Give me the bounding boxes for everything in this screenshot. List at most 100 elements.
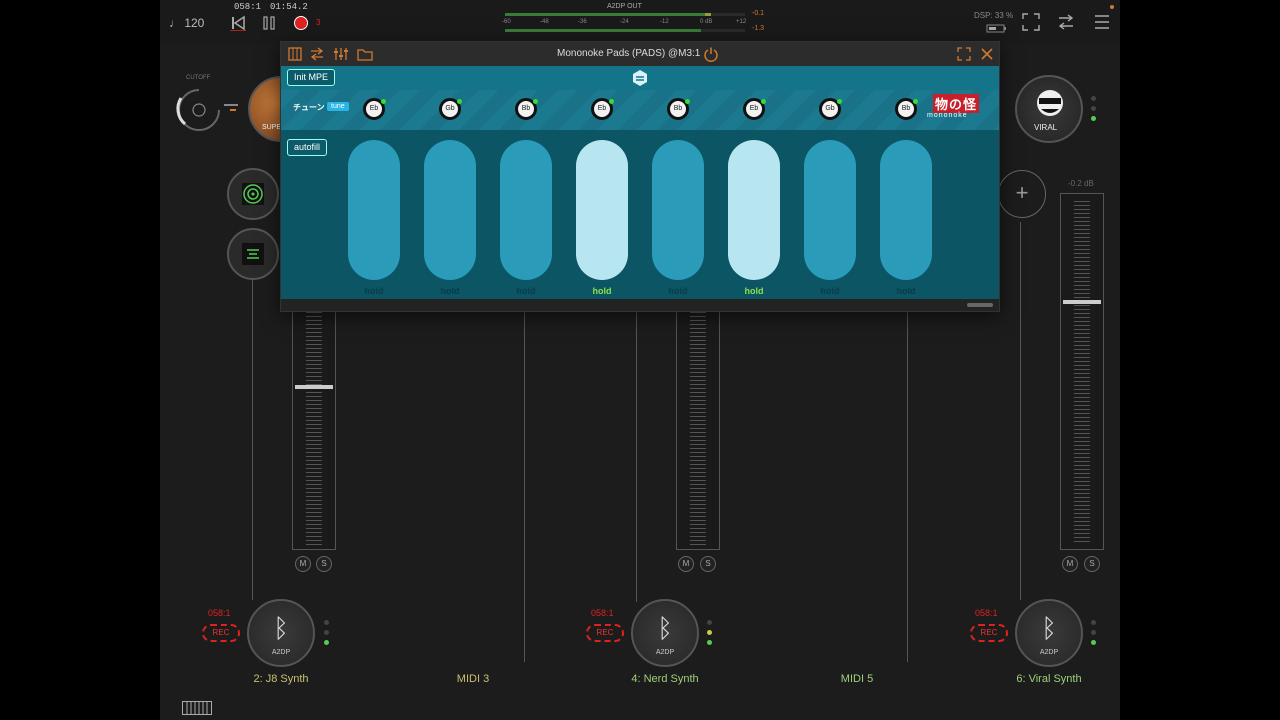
tune-knob-2[interactable]: Gb [439, 98, 462, 120]
solo-button-track-6[interactable]: S [1084, 556, 1100, 572]
rec-time: 058:1 [591, 608, 614, 618]
hold-toggle-5[interactable]: hold [652, 286, 704, 296]
bluetooth-icon: ᛒ [657, 613, 673, 643]
track-name[interactable]: MIDI 5 [797, 673, 917, 685]
routing-icon[interactable] [309, 47, 325, 61]
output-label: A2DP [655, 649, 675, 656]
track-name[interactable]: 2: J8 Synth [221, 673, 341, 685]
output-bt-track-6[interactable]: ᛒ A2DP [1015, 599, 1083, 667]
hold-toggle-1[interactable]: hold [348, 286, 400, 296]
fullscreen-icon[interactable] [957, 47, 971, 61]
close-icon[interactable] [980, 47, 994, 61]
keyboard-icon[interactable] [182, 701, 212, 715]
solo-button-track-2[interactable]: S [316, 556, 332, 572]
tune-knob-8[interactable]: Bb [895, 98, 918, 120]
routing-icon[interactable] [1056, 13, 1076, 31]
hold-toggle-7[interactable]: hold [804, 286, 856, 296]
knob-note: Bb [901, 105, 911, 112]
transport-bar: ♩ 120 058:1 01:54.2 3 A2DP OUT -60 -48 -… [160, 0, 1120, 44]
track-name[interactable]: MIDI 3 [413, 673, 533, 685]
synth-avatar-label: VIRAL [1034, 123, 1058, 132]
mononoke-logo-en: mononoke [927, 112, 968, 119]
fullscreen-icon[interactable] [1022, 13, 1040, 31]
solo-button-track-4[interactable]: S [700, 556, 716, 572]
cutoff-knob[interactable] [175, 86, 223, 134]
output-bt-track-2[interactable]: ᛒ A2DP [247, 599, 315, 667]
fader-track-6[interactable] [1060, 193, 1104, 550]
rec-time: 058:1 [975, 608, 998, 618]
output-meter-left [505, 13, 745, 16]
mute-button-track-4[interactable]: M [678, 556, 694, 572]
knob-note: Bb [673, 105, 683, 112]
mute-button-track-6[interactable]: M [1062, 556, 1078, 572]
skip-back-icon[interactable] [230, 15, 246, 31]
dsp-load: DSP: 33 % [974, 11, 1014, 20]
add-slot-button[interactable]: + [998, 170, 1046, 218]
fx-wave-icon [242, 243, 264, 265]
meter-tick: -24 [620, 19, 629, 25]
track-name[interactable]: 6: Viral Synth [989, 673, 1109, 685]
meter-tick: +12 [736, 19, 747, 25]
mute-button-track-2[interactable]: M [295, 556, 311, 572]
menu-icon[interactable] [1094, 13, 1110, 31]
fader-handle[interactable] [295, 385, 333, 389]
fader-track-4[interactable] [676, 300, 720, 550]
tune-knob-7[interactable]: Gb [819, 98, 842, 120]
pad-2[interactable] [424, 140, 476, 280]
meter-peak-bottom: -1.3 [752, 25, 765, 32]
output-bt-track-4[interactable]: ᛒ A2DP [631, 599, 699, 667]
fader-db-readout: -0.2 dB [1068, 179, 1094, 188]
effect-slot-1[interactable] [227, 168, 279, 220]
folder-icon[interactable] [357, 47, 373, 61]
hold-toggle-3[interactable]: hold [500, 286, 552, 296]
effect-slot-2[interactable] [227, 228, 279, 280]
pad-3[interactable] [500, 140, 552, 280]
tune-knob-5[interactable]: Bb [667, 98, 690, 120]
rec-button-track-6[interactable]: REC [970, 624, 1008, 642]
pad-5[interactable] [652, 140, 704, 280]
tune-label: チューン [293, 103, 325, 112]
plugin-title: Mononoke Pads (PADS) @M3:1 [557, 48, 701, 59]
autofill-button[interactable]: autofill [287, 139, 328, 156]
synth-avatar-viral[interactable]: VIRAL [1015, 75, 1083, 143]
init-mpe-button[interactable]: Init MPE [287, 69, 336, 86]
knob-note: Bb [521, 105, 531, 112]
pad-6[interactable] [728, 140, 780, 280]
knob-note: Gb [825, 105, 835, 112]
plugin-titlebar: Mononoke Pads (PADS) @M3:1 [281, 42, 999, 66]
tune-badge[interactable]: tune [327, 102, 349, 111]
keyboard-icon[interactable] [288, 47, 302, 61]
fader-handle[interactable] [1063, 300, 1101, 304]
meter-tick: -36 [578, 19, 587, 25]
resize-handle[interactable] [967, 303, 993, 307]
hold-toggle-8[interactable]: hold [880, 286, 932, 296]
bluetooth-icon: ᛒ [273, 613, 289, 643]
plugin-header-band: Init MPE [281, 66, 999, 90]
pad-8[interactable] [880, 140, 932, 280]
pad-7[interactable] [804, 140, 856, 280]
power-icon[interactable] [703, 46, 719, 62]
hold-toggle-6[interactable]: hold [728, 286, 780, 296]
pad-1[interactable] [348, 140, 400, 280]
notification-dot [1110, 5, 1114, 9]
record-icon[interactable] [293, 15, 309, 31]
pad-4[interactable] [576, 140, 628, 280]
pause-icon[interactable] [262, 15, 276, 31]
tune-knob-1[interactable]: Eb [363, 98, 386, 120]
tune-knob-3[interactable]: Bb [515, 98, 538, 120]
tune-knob-6[interactable]: Eb [743, 98, 766, 120]
hold-toggle-4[interactable]: hold [576, 286, 628, 296]
meter-tick: -12 [660, 19, 669, 25]
track-name[interactable]: 4: Nerd Synth [605, 673, 725, 685]
fader-track-2[interactable] [292, 300, 336, 550]
output-meter-label: A2DP OUT [607, 3, 642, 10]
cutoff-label: CUTOFF [186, 75, 211, 81]
hold-toggle-2[interactable]: hold [424, 286, 476, 296]
mixer-icon[interactable] [333, 47, 349, 61]
viral-face-icon [1037, 90, 1063, 116]
tempo-display[interactable]: ♩ 120 [169, 16, 204, 30]
output-label: A2DP [271, 649, 291, 656]
rec-button-track-2[interactable]: REC [202, 624, 240, 642]
tune-knob-4[interactable]: Eb [591, 98, 614, 120]
rec-button-track-4[interactable]: REC [586, 624, 624, 642]
